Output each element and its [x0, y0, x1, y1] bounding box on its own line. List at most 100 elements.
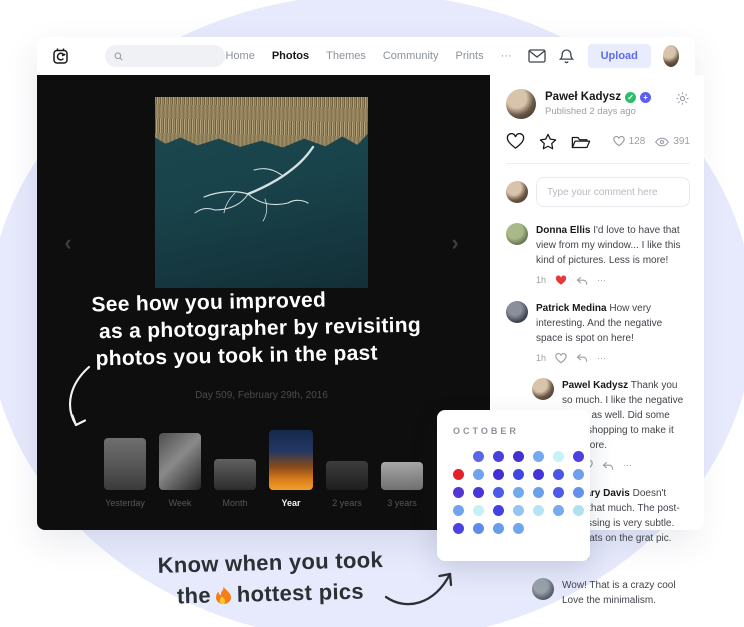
reply-icon[interactable] [576, 276, 588, 286]
calendar-day-dot[interactable] [513, 487, 524, 498]
folder-icon[interactable] [571, 134, 591, 150]
page: Home Photos Themes Community Prints ··· … [0, 0, 744, 627]
reply-icon[interactable] [576, 353, 588, 363]
comment-more-button[interactable]: ··· [623, 459, 632, 473]
commenter-avatar[interactable] [532, 578, 554, 600]
reply-icon[interactable] [602, 461, 614, 471]
thumbnail-image [159, 433, 201, 490]
nav-link-home[interactable]: Home [225, 50, 254, 62]
calendar-day-dot[interactable] [493, 451, 504, 462]
calendar-day-dot[interactable] [533, 451, 544, 462]
search-input[interactable] [129, 51, 216, 62]
comment-input[interactable] [536, 177, 690, 207]
calendar-day-dot[interactable] [493, 487, 504, 498]
comment-more-button[interactable]: ··· [597, 274, 606, 288]
calendar-day-dot[interactable] [453, 487, 464, 498]
calendar-day-dot[interactable] [493, 505, 504, 516]
like-heart-icon[interactable] [506, 133, 525, 150]
views-count: 391 [655, 136, 690, 147]
app-logo-icon[interactable] [51, 46, 71, 66]
calendar-day-dot[interactable] [453, 505, 464, 516]
comment-like-icon[interactable] [555, 353, 567, 364]
calendar-day-dot[interactable] [553, 451, 564, 462]
calendar-day-dot[interactable] [473, 487, 484, 498]
nav-link-themes[interactable]: Themes [326, 50, 366, 62]
composer-avatar [506, 181, 528, 203]
calendar-day-dot[interactable] [533, 505, 544, 516]
calendar-day-dot[interactable] [573, 487, 584, 498]
publish-time: Published 2 days ago [545, 106, 651, 117]
comment-donna: Donna Ellis I'd love to have that view f… [506, 223, 690, 288]
hand-drawn-arrow-right-icon [382, 563, 462, 613]
comment-more-button[interactable]: ··· [597, 352, 606, 366]
thumbnail-label: Yesterday [105, 498, 145, 508]
calendar-day-dot[interactable] [473, 523, 484, 534]
thumbnail-label: 3 years [387, 498, 417, 508]
author-avatar[interactable] [506, 89, 536, 119]
calendar-day-dot[interactable] [533, 469, 544, 480]
calendar-day-dot[interactable] [493, 523, 504, 534]
thumbnail-image [214, 459, 256, 490]
calendar-day-dot[interactable] [493, 469, 504, 480]
calendar-day-dot[interactable] [473, 505, 484, 516]
photo-ice-cracks [155, 133, 368, 253]
upload-button[interactable]: Upload [588, 44, 651, 68]
calendar-card: OCTOBER [437, 410, 590, 561]
commenter-avatar[interactable] [506, 301, 528, 323]
calendar-day-dot[interactable] [453, 523, 464, 534]
commenter-name[interactable]: Donna Ellis [536, 225, 590, 236]
main-photo [155, 97, 368, 288]
comment-text: Love the minimalism. [562, 593, 690, 608]
gear-icon[interactable] [675, 91, 690, 106]
heart-count-icon [613, 136, 625, 147]
calendar-day-dot[interactable] [553, 487, 564, 498]
thumbnail-week[interactable]: Week [159, 433, 201, 508]
comment-like-icon[interactable] [555, 275, 567, 286]
thumbnail-year[interactable]: Year [269, 430, 313, 508]
nav-more-button[interactable]: ··· [501, 50, 512, 62]
thumbnail-yesterday[interactable]: Yesterday [104, 438, 146, 508]
search-bar[interactable] [105, 45, 225, 67]
author-header: Paweł Kadysz ✓ + Published 2 days ago [506, 89, 690, 119]
commenter-avatar[interactable] [506, 223, 528, 245]
comment-time: 1h [536, 352, 546, 366]
thumbnail-month[interactable]: Month [214, 459, 256, 508]
calendar-day-dot[interactable] [553, 505, 564, 516]
commenter-avatar[interactable] [532, 378, 554, 400]
calendar-day-dot[interactable] [553, 469, 564, 480]
nav-link-photos[interactable]: Photos [272, 50, 309, 62]
calendar-day-dot[interactable] [513, 451, 524, 462]
calendar-day-dot[interactable] [453, 469, 464, 480]
commenter-name[interactable]: Pawel Kadysz [562, 380, 628, 391]
calendar-day-dot[interactable] [573, 451, 584, 462]
author-name[interactable]: Paweł Kadysz [545, 91, 621, 103]
prev-photo-button[interactable]: ‹ [61, 230, 75, 256]
thumbnail-image [326, 461, 368, 490]
calendar-day-dot[interactable] [473, 469, 484, 480]
promo-overlay-text: See how you improved as a photographer b… [91, 285, 422, 373]
calendar-day-dot[interactable] [473, 451, 484, 462]
comment-partially-hidden: Wow! That is a crazy cool Love the minim… [532, 578, 690, 608]
user-avatar[interactable] [663, 45, 679, 67]
thumbnail-3-years[interactable]: 3 years [381, 462, 423, 508]
calendar-day-dot[interactable] [513, 505, 524, 516]
nav-link-prints[interactable]: Prints [455, 50, 483, 62]
mail-icon[interactable] [528, 49, 546, 63]
top-nav-bar: Home Photos Themes Community Prints ··· … [37, 37, 695, 75]
nav-link-community[interactable]: Community [383, 50, 439, 62]
comment-patrick: Patrick Medina How very interesting. And… [506, 301, 690, 366]
calendar-day-dot[interactable] [513, 469, 524, 480]
calendar-day-dot[interactable] [513, 523, 524, 534]
thumbnail-2-years[interactable]: 2 years [326, 461, 368, 508]
commenter-name[interactable]: Patrick Medina [536, 303, 607, 314]
star-icon[interactable] [539, 133, 557, 150]
calendar-day-dot[interactable] [533, 487, 544, 498]
next-photo-button[interactable]: › [448, 230, 462, 256]
bell-icon[interactable] [559, 48, 574, 65]
nav-icons [528, 48, 574, 65]
thumbnail-label: Month [222, 498, 247, 508]
calendar-day-dot[interactable] [573, 469, 584, 480]
follow-plus-icon[interactable]: + [640, 92, 651, 103]
app-window: Home Photos Themes Community Prints ··· … [37, 37, 695, 530]
calendar-day-dot[interactable] [573, 505, 584, 516]
